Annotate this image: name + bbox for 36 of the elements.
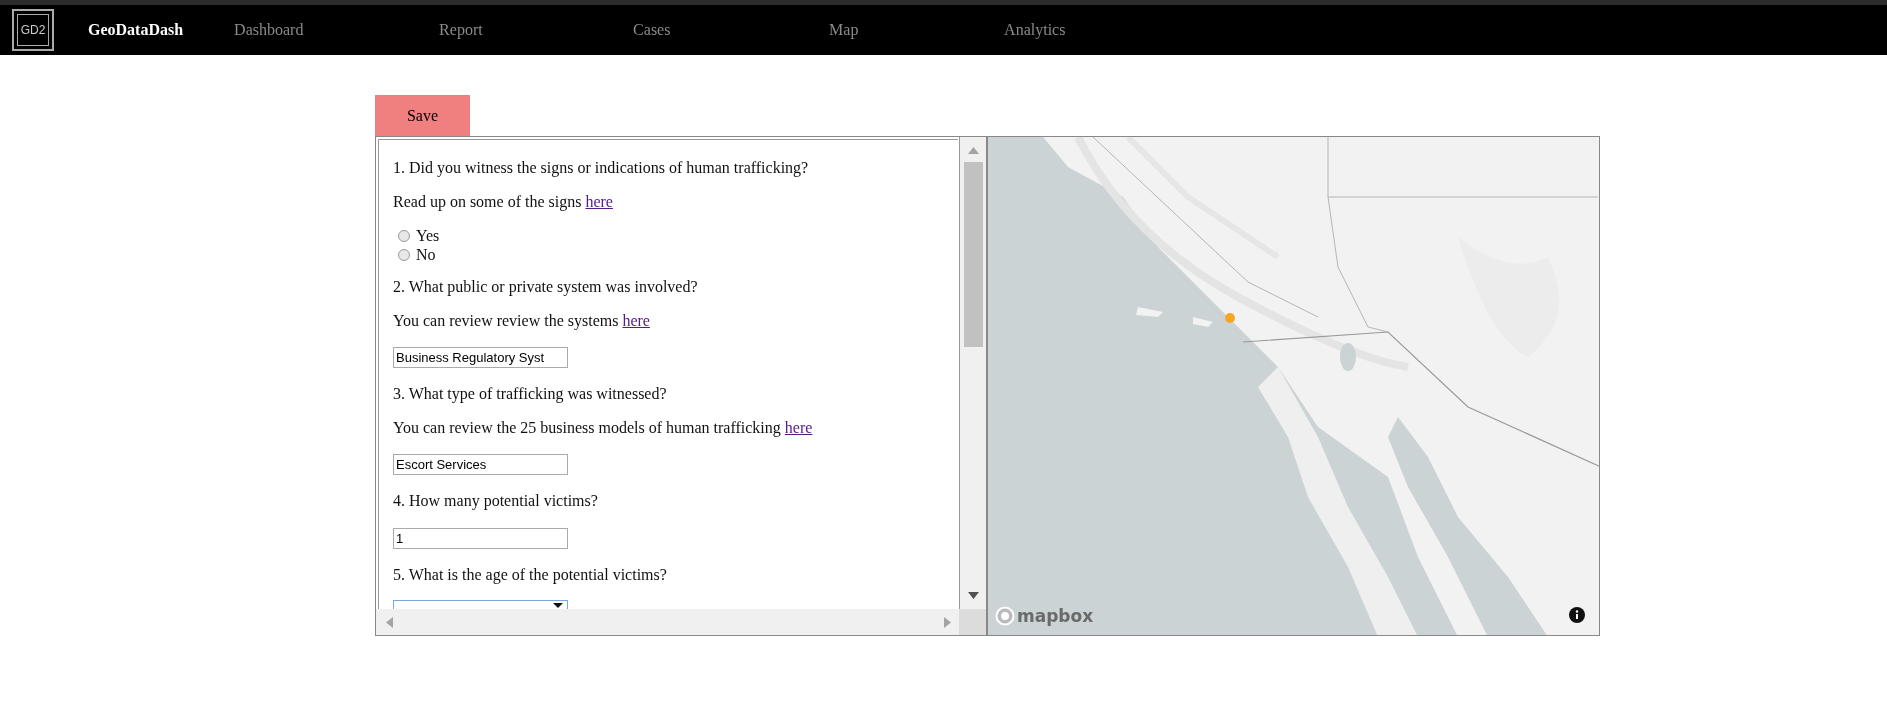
radio-button[interactable] <box>398 248 410 261</box>
nav-link[interactable]: Dashboard <box>234 21 304 38</box>
scroll-thumb[interactable] <box>964 162 983 347</box>
scroll-left-icon[interactable] <box>386 617 393 628</box>
help-link[interactable]: here <box>622 312 650 330</box>
horizontal-scrollbar[interactable] <box>376 609 961 635</box>
logo[interactable]: GD2 <box>12 9 54 51</box>
compass-icon <box>995 606 1015 627</box>
nav-link[interactable]: Report <box>439 21 483 38</box>
input-field[interactable]: Escort Services <box>393 454 568 475</box>
info-icon[interactable] <box>1569 607 1585 623</box>
map-marker[interactable] <box>1225 313 1235 323</box>
vertical-scrollbar[interactable] <box>959 137 986 609</box>
question-text: 4. How many potential victims? <box>393 492 599 510</box>
mapbox-logo[interactable]: mapbox <box>995 603 1094 629</box>
nav-link[interactable]: Cases <box>633 21 671 38</box>
scroll-right-icon[interactable] <box>944 617 951 628</box>
help-text: You can review the 25 business models of human trafficking <box>393 419 782 437</box>
radio-button[interactable] <box>398 229 410 242</box>
question-text: 1. Did you witness the signs or indications of human trafficking? <box>393 159 810 177</box>
help-link[interactable]: here <box>585 193 613 211</box>
help-text: You can review review the systems <box>393 312 620 330</box>
question-text: 5. What is the age of the potential victims? <box>393 566 668 584</box>
help-text: Read up on some of the signs <box>393 193 583 211</box>
input-field[interactable]: 1 <box>393 528 568 549</box>
scroll-down-icon[interactable] <box>968 592 979 599</box>
brand-link[interactable]: GeoDataDash <box>88 18 184 42</box>
question-text: 3. What type of trafficking was witnessed? <box>393 385 668 403</box>
question-text: 2. What public or private system was involved? <box>393 278 699 296</box>
help-link[interactable]: here <box>784 419 813 437</box>
scrollbar-corner <box>959 609 986 635</box>
input-field[interactable]: Business Regulatory Syst <box>393 347 568 368</box>
nav-link[interactable]: Analytics <box>1004 21 1066 38</box>
scroll-up-icon[interactable] <box>968 147 979 154</box>
nav-link[interactable]: Map <box>829 21 859 38</box>
save-button[interactable]: Save <box>375 95 470 136</box>
